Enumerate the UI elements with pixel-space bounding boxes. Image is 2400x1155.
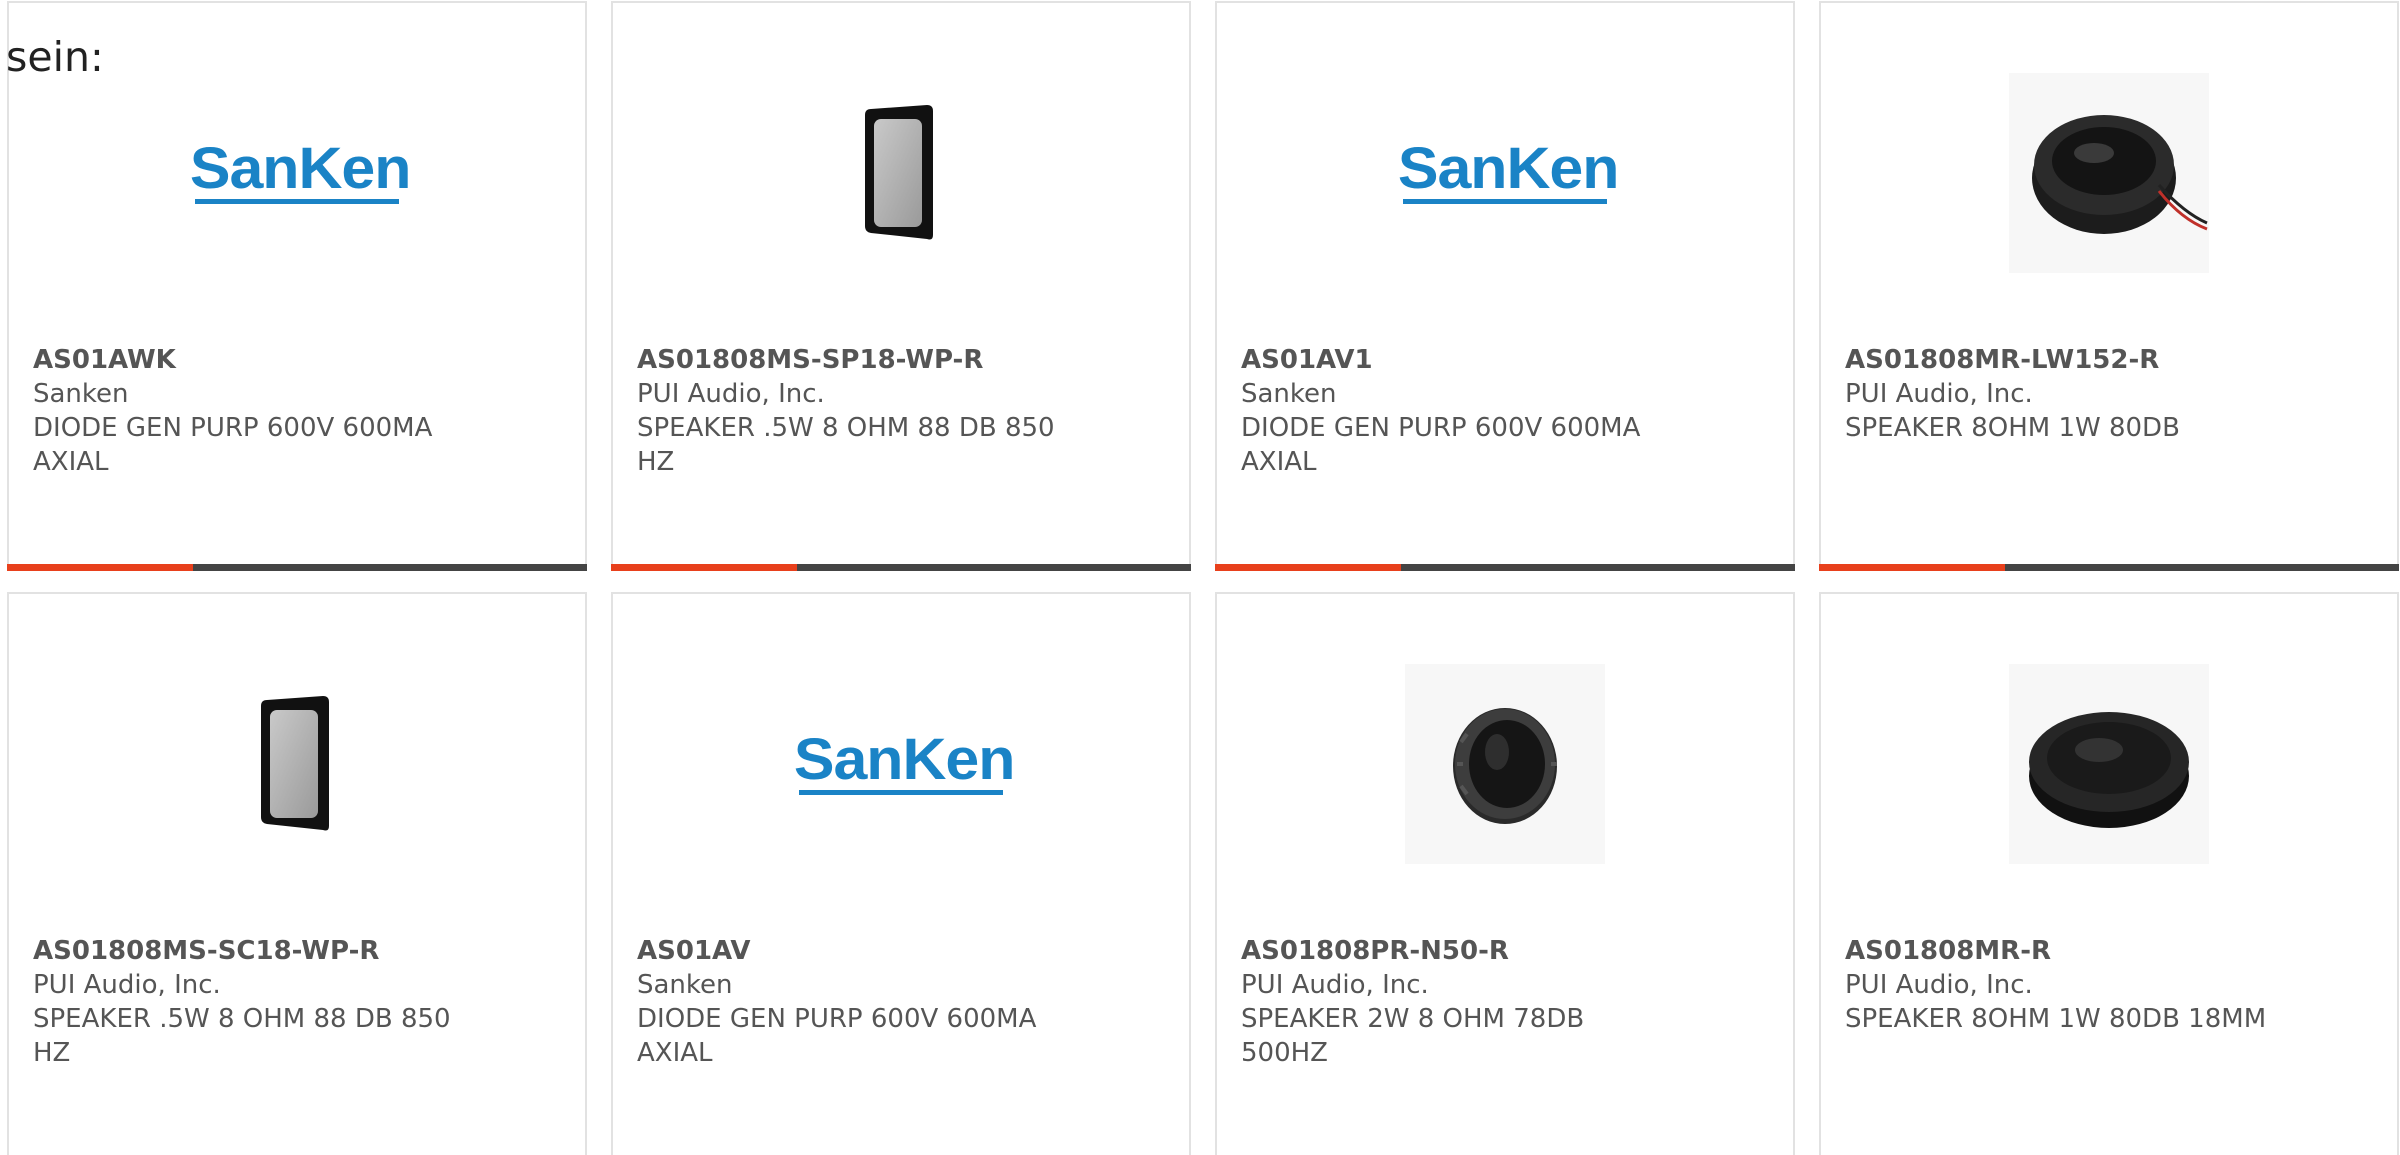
card-bottom-bar bbox=[1215, 564, 1795, 571]
product-card[interactable]: AS01808PR-N50-R PUI Audio, Inc. SPEAKER … bbox=[1215, 592, 1795, 1155]
product-description: SPEAKER .5W 8 OHM 88 DB 850 HZ bbox=[637, 413, 1055, 477]
product-info: AS01808MS-SP18-WP-R PUI Audio, Inc. SPEA… bbox=[637, 343, 1067, 479]
product-grid: SanKen AS01AWK Sanken DIODE GEN PURP 600… bbox=[7, 0, 2400, 1155]
product-info: AS01808MR-R PUI Audio, Inc. SPEAKER 8OHM… bbox=[1845, 934, 2275, 1036]
product-image[interactable]: SanKen bbox=[9, 63, 585, 283]
product-card[interactable]: SanKen AS01AWK Sanken DIODE GEN PURP 600… bbox=[7, 1, 587, 571]
product-info: AS01AV Sanken DIODE GEN PURP 600V 600MA … bbox=[637, 934, 1067, 1070]
part-number-link[interactable]: AS01808PR-N50-R bbox=[1241, 934, 1671, 968]
product-description: DIODE GEN PURP 600V 600MA AXIAL bbox=[33, 413, 433, 477]
product-card[interactable]: AS01808MR-R PUI Audio, Inc. SPEAKER 8OHM… bbox=[1819, 592, 2399, 1155]
product-image[interactable] bbox=[9, 654, 585, 874]
part-number-link[interactable]: AS01AWK bbox=[33, 343, 463, 377]
card-accent-bar bbox=[7, 564, 193, 571]
manufacturer-name: PUI Audio, Inc. bbox=[1241, 970, 1429, 1000]
product-description: DIODE GEN PURP 600V 600MA AXIAL bbox=[1241, 413, 1641, 477]
product-grid-page: sein: SanKen AS01AWK Sanken DIODE GEN PU… bbox=[0, 0, 2400, 1155]
product-description: SPEAKER 2W 8 OHM 78DB 500HZ bbox=[1241, 1004, 1585, 1068]
product-card[interactable]: AS01808MR-LW152-R PUI Audio, Inc. SPEAKE… bbox=[1819, 1, 2399, 571]
manufacturer-name: Sanken bbox=[637, 970, 733, 1000]
product-description: DIODE GEN PURP 600V 600MA AXIAL bbox=[637, 1004, 1037, 1068]
product-image[interactable] bbox=[1821, 654, 2397, 874]
manufacturer-name: Sanken bbox=[33, 379, 129, 409]
sanken-logo: SanKen bbox=[1398, 138, 1619, 204]
round-speaker-icon bbox=[2009, 664, 2209, 864]
product-card[interactable]: AS01808MS-SC18-WP-R PUI Audio, Inc. SPEA… bbox=[7, 592, 587, 1155]
product-card[interactable]: SanKen AS01AV1 Sanken DIODE GEN PURP 600… bbox=[1215, 1, 1795, 571]
rectangular-speaker-icon bbox=[261, 696, 329, 831]
product-image[interactable] bbox=[1821, 63, 2397, 283]
product-info: AS01AV1 Sanken DIODE GEN PURP 600V 600MA… bbox=[1241, 343, 1671, 479]
round-speaker-with-leads-icon bbox=[2009, 73, 2209, 273]
sanken-logo: SanKen bbox=[794, 729, 1015, 795]
manufacturer-name: PUI Audio, Inc. bbox=[637, 379, 825, 409]
round-speaker-icon bbox=[1405, 664, 1605, 864]
manufacturer-name: PUI Audio, Inc. bbox=[33, 970, 221, 1000]
product-image[interactable] bbox=[1217, 654, 1793, 874]
product-card[interactable]: AS01808MS-SP18-WP-R PUI Audio, Inc. SPEA… bbox=[611, 1, 1191, 571]
card-bottom-bar bbox=[611, 564, 1191, 571]
product-info: AS01808PR-N50-R PUI Audio, Inc. SPEAKER … bbox=[1241, 934, 1671, 1070]
part-number-link[interactable]: AS01808MR-R bbox=[1845, 934, 2275, 968]
product-description: SPEAKER .5W 8 OHM 88 DB 850 HZ bbox=[33, 1004, 451, 1068]
part-number-link[interactable]: AS01AV bbox=[637, 934, 1067, 968]
product-description: SPEAKER 8OHM 1W 80DB 18MM bbox=[1845, 1004, 2267, 1034]
card-accent-bar bbox=[611, 564, 797, 571]
manufacturer-name: Sanken bbox=[1241, 379, 1337, 409]
card-bottom-bar bbox=[7, 564, 587, 571]
product-image[interactable]: SanKen bbox=[613, 654, 1189, 874]
product-info: AS01AWK Sanken DIODE GEN PURP 600V 600MA… bbox=[33, 343, 463, 479]
product-card[interactable]: SanKen AS01AV Sanken DIODE GEN PURP 600V… bbox=[611, 592, 1191, 1155]
product-description: SPEAKER 8OHM 1W 80DB bbox=[1845, 413, 2180, 443]
part-number-link[interactable]: AS01808MS-SC18-WP-R bbox=[33, 934, 463, 968]
card-accent-bar bbox=[1215, 564, 1401, 571]
card-bottom-bar bbox=[1819, 564, 2399, 571]
sanken-logo: SanKen bbox=[190, 138, 411, 204]
product-image[interactable]: SanKen bbox=[1217, 63, 1793, 283]
rectangular-speaker-icon bbox=[865, 105, 933, 240]
manufacturer-name: PUI Audio, Inc. bbox=[1845, 379, 2033, 409]
part-number-link[interactable]: AS01AV1 bbox=[1241, 343, 1671, 377]
product-info: AS01808MR-LW152-R PUI Audio, Inc. SPEAKE… bbox=[1845, 343, 2275, 445]
part-number-link[interactable]: AS01808MR-LW152-R bbox=[1845, 343, 2275, 377]
intro-text: sein: bbox=[6, 33, 104, 81]
product-image[interactable] bbox=[613, 63, 1189, 283]
card-accent-bar bbox=[1819, 564, 2005, 571]
manufacturer-name: PUI Audio, Inc. bbox=[1845, 970, 2033, 1000]
part-number-link[interactable]: AS01808MS-SP18-WP-R bbox=[637, 343, 1067, 377]
product-info: AS01808MS-SC18-WP-R PUI Audio, Inc. SPEA… bbox=[33, 934, 463, 1070]
